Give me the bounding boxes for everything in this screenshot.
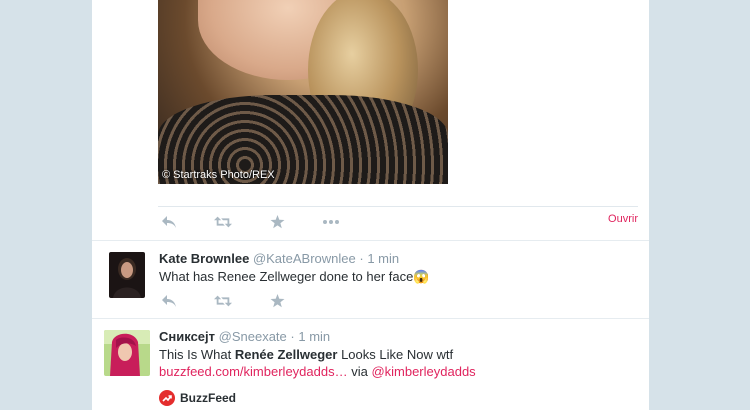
timeline: © Startraks Photo/REX Ouvrir Kate Brownl… <box>92 0 649 410</box>
tweet-header: Сниксејт @Sneexate · 1 min <box>159 329 330 344</box>
user-handle[interactable]: @KateABrownlee <box>253 251 356 266</box>
card-source-name: BuzzFeed <box>180 391 237 405</box>
tweet-actions <box>160 291 322 311</box>
tweet-text-prefix: This Is What <box>159 347 235 362</box>
tweet-photo[interactable]: © Startraks Photo/REX <box>158 0 448 184</box>
tweet-link-line: buzzfeed.com/kimberleydadds… via @kimber… <box>159 363 476 380</box>
user-handle[interactable]: @Sneexate <box>219 329 287 344</box>
favorite-icon[interactable] <box>268 213 286 231</box>
tweet-item[interactable]: Сниксејт @Sneexate · 1 min This Is What … <box>92 319 649 410</box>
media-divider <box>158 206 638 207</box>
avatar[interactable] <box>109 252 145 298</box>
tweet-text-highlight: Renée Zellweger <box>234 347 338 362</box>
avatar[interactable] <box>104 330 150 376</box>
retweet-icon[interactable] <box>214 213 232 231</box>
top-tweet-actions <box>160 212 376 232</box>
meta-separator: · <box>290 329 295 344</box>
tweet-timestamp[interactable]: 1 min <box>367 251 399 266</box>
tweet-text: What has Renee Zellweger done to her fac… <box>159 269 430 284</box>
tweet-header: Kate Brownlee @KateABrownlee · 1 min <box>159 251 399 266</box>
meta-separator: · <box>359 251 364 266</box>
retweet-icon[interactable] <box>214 292 232 310</box>
favorite-icon[interactable] <box>268 292 286 310</box>
photo-credit: © Startraks Photo/REX <box>162 169 275 181</box>
tweet-item[interactable]: Kate Brownlee @KateABrownlee · 1 min Wha… <box>92 241 649 318</box>
tweet-timestamp[interactable]: 1 min <box>298 329 330 344</box>
link-card-source[interactable]: BuzzFeed <box>159 390 236 406</box>
article-link[interactable]: buzzfeed.com/kimberleydadds… <box>159 364 348 379</box>
more-icon[interactable] <box>322 213 340 231</box>
open-tweet-link[interactable]: Ouvrir <box>608 213 638 225</box>
reply-icon[interactable] <box>160 292 178 310</box>
tweet-text: This Is What Renée Zellweger Looks Like … <box>159 346 453 363</box>
via-label: via <box>347 364 372 379</box>
buzzfeed-logo-icon <box>159 390 175 406</box>
reply-icon[interactable] <box>160 213 178 231</box>
tweet-text-suffix: Looks Like Now wtf <box>337 347 454 362</box>
display-name[interactable]: Сниксејт <box>159 329 215 344</box>
display-name[interactable]: Kate Brownlee <box>159 251 249 266</box>
mention-link[interactable]: @kimberleydadds <box>371 364 475 379</box>
